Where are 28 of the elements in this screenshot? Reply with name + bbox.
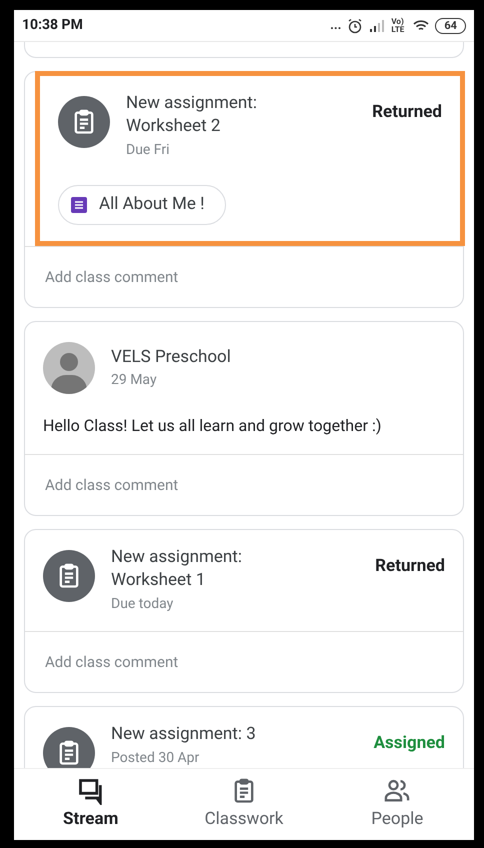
- assignment-title: New assignment: Worksheet 2: [126, 92, 258, 138]
- form-icon: [71, 197, 87, 213]
- assignment-subtitle: Posted 30 Apr: [111, 749, 200, 768]
- class-comment-field[interactable]: Add class comment: [45, 474, 443, 496]
- class-comment-field[interactable]: Add class comment: [45, 266, 443, 288]
- status-label: Returned: [375, 555, 445, 578]
- notification-dots: ...: [330, 19, 342, 32]
- status-label: Returned: [372, 101, 442, 124]
- network-label: Vo) LTE: [391, 18, 406, 34]
- battery-indicator: 64: [435, 18, 466, 34]
- assignment-subtitle: Due Fri: [126, 141, 171, 160]
- author-name: VELS Preschool: [111, 346, 231, 369]
- alarm-icon: [347, 18, 364, 34]
- nav-tab[interactable]: Classwork: [188, 776, 299, 832]
- post-message: Hello Class! Let us all learn and grow together :): [43, 415, 382, 437]
- nav-tab[interactable]: Stream: [36, 776, 146, 832]
- assignment-title: New assignment: 3: [111, 723, 257, 746]
- class-comment-field[interactable]: Add class comment: [45, 651, 443, 674]
- assignment-subtitle: Due today: [111, 595, 174, 614]
- wifi-icon: [413, 20, 430, 32]
- post-date: 29 May: [111, 371, 158, 390]
- status-label: Assigned: [374, 732, 445, 755]
- attachment-chip[interactable]: All About Me !: [58, 185, 226, 225]
- nav-tab[interactable]: People: [342, 776, 452, 832]
- status-time: 10:38 PM: [22, 16, 83, 35]
- person-avatar: [43, 342, 95, 394]
- signal-icon: [369, 20, 386, 32]
- assignment-title: New assignment: Worksheet 1: [111, 546, 243, 592]
